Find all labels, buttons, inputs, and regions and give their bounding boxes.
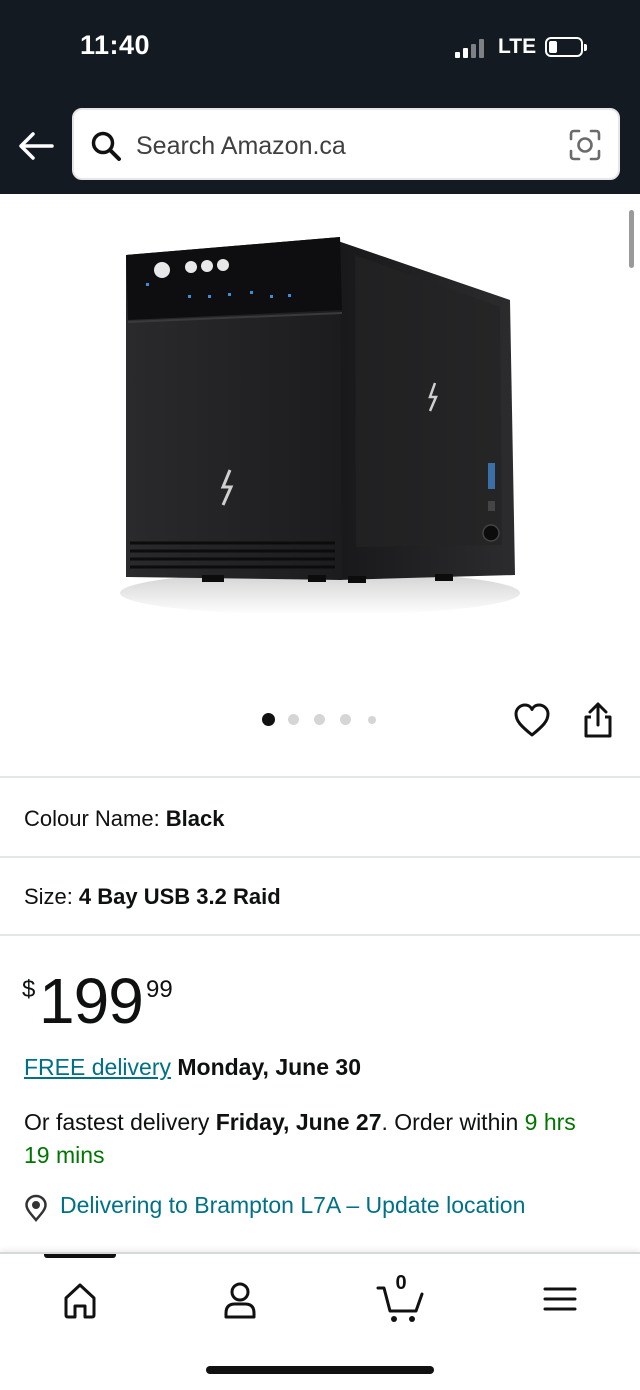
size-row[interactable]: Size: 4 Bay USB 3.2 Raid xyxy=(24,884,281,910)
product-image[interactable] xyxy=(110,225,530,625)
price-currency: $ xyxy=(22,976,36,1003)
location-pin-icon xyxy=(22,1194,50,1222)
price-whole: 199 xyxy=(39,965,144,1037)
fastest-prefix: Or fastest delivery xyxy=(24,1109,210,1135)
search-header xyxy=(0,100,640,194)
cart-tab[interactable]: 0 xyxy=(372,1272,432,1326)
status-time: 11:40 xyxy=(80,30,151,60)
search-input[interactable] xyxy=(134,120,558,172)
network-type: LTE xyxy=(498,35,537,58)
heart-icon[interactable] xyxy=(513,702,551,738)
account-icon xyxy=(224,1282,256,1319)
camera-lens-icon[interactable] xyxy=(568,128,602,162)
home-indicator[interactable] xyxy=(206,1366,434,1374)
scrollbar-thumb[interactable] xyxy=(629,210,634,268)
carousel-dot[interactable] xyxy=(368,716,376,724)
account-tab[interactable] xyxy=(210,1276,270,1326)
order-within-prefix: . Order within xyxy=(381,1109,519,1135)
menu-icon xyxy=(543,1287,577,1311)
colour-value: Black xyxy=(165,806,225,831)
battery-icon xyxy=(545,37,587,57)
colour-row[interactable]: Colour Name: Black xyxy=(24,806,224,832)
free-delivery-link[interactable]: FREE delivery xyxy=(24,1054,171,1080)
carousel-dot-active[interactable] xyxy=(262,713,275,726)
divider xyxy=(0,856,640,858)
search-icon xyxy=(90,130,122,162)
free-delivery-line: FREE delivery Monday, June 30 xyxy=(24,1054,361,1081)
location-text[interactable]: Delivering to Brampton L7A – Update loca… xyxy=(60,1192,525,1219)
back-arrow-icon[interactable] xyxy=(16,128,56,164)
price-fraction: 99 xyxy=(146,976,173,1003)
colour-label: Colour Name: xyxy=(24,806,160,831)
carousel-dot[interactable] xyxy=(314,714,325,725)
carousel-dot[interactable] xyxy=(288,714,299,725)
size-label: Size: xyxy=(24,884,73,909)
home-tab[interactable] xyxy=(50,1276,110,1326)
size-value: 4 Bay USB 3.2 Raid xyxy=(78,884,281,909)
free-delivery-date: Monday, June 30 xyxy=(177,1054,361,1080)
fastest-delivery-line: Or fastest delivery Friday, June 27. Ord… xyxy=(24,1106,604,1172)
cart-count: 0 xyxy=(395,1272,407,1294)
search-field[interactable] xyxy=(72,108,620,180)
carousel-dot[interactable] xyxy=(340,714,351,725)
signal-icon xyxy=(455,38,489,58)
status-bar: 11:40 LTE xyxy=(0,0,640,100)
divider xyxy=(0,934,640,936)
menu-tab[interactable] xyxy=(530,1276,590,1326)
active-tab-indicator xyxy=(44,1254,116,1258)
share-icon[interactable] xyxy=(580,700,616,740)
fastest-date: Friday, June 27 xyxy=(215,1109,382,1135)
divider xyxy=(0,776,640,778)
home-icon xyxy=(64,1283,96,1319)
